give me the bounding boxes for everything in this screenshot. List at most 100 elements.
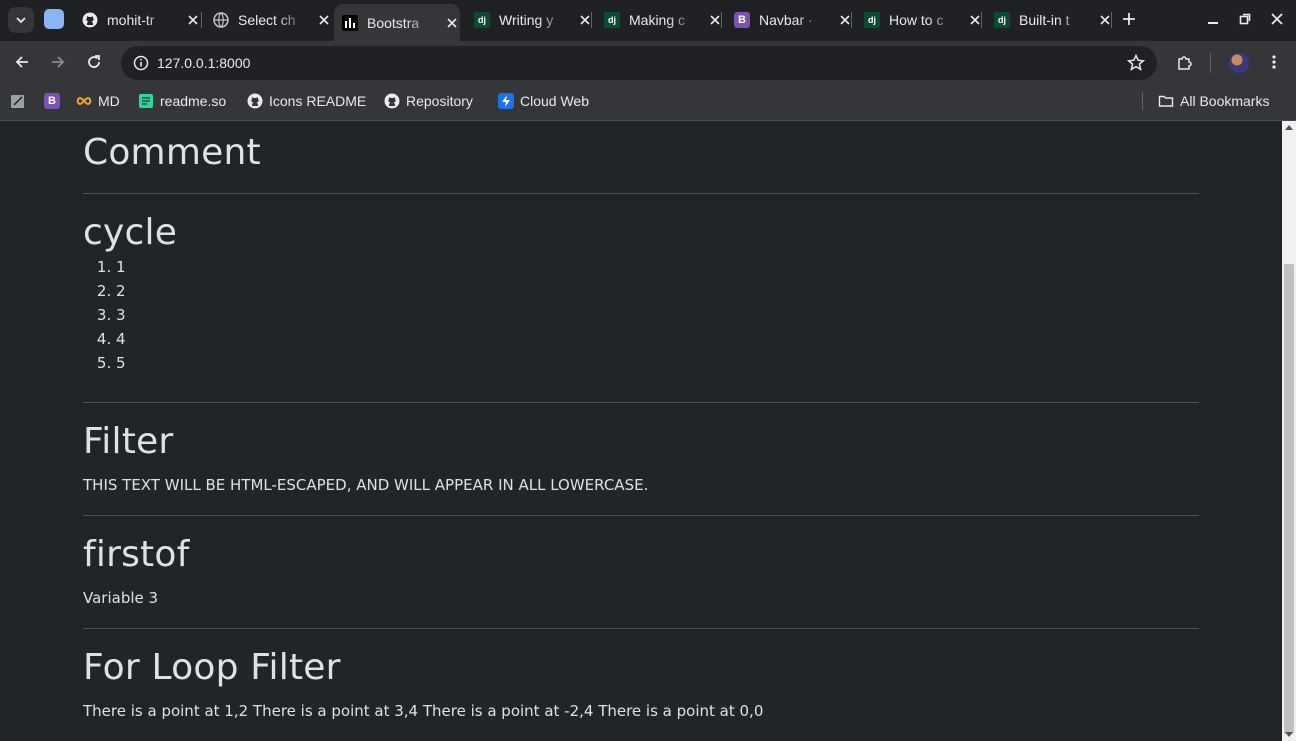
bookmark-label: readme.so [160,93,227,109]
infinity-icon [76,93,92,109]
tab-search-button[interactable] [8,7,34,33]
tab[interactable]: Select ch [205,6,332,34]
tab-divider [1111,12,1112,28]
list-item: 4 [116,327,1199,351]
restore-icon [1239,13,1251,25]
notes-icon [10,93,26,109]
page-content: Comment cycle 1 2 3 4 5 Filter THIS TEXT… [83,121,1199,739]
bookmark-item[interactable]: Repository [384,91,473,111]
new-tab-button[interactable] [1118,8,1140,30]
bookmark-item[interactable]: Cloud Web [498,91,589,111]
list-item: 2 [116,279,1199,303]
puzzle-icon [1178,56,1192,70]
restore-button[interactable] [1236,10,1254,28]
bookmark-label: Cloud Web [520,93,590,109]
toolbar-divider [1210,53,1211,73]
bookmark-label: Repository [406,93,473,109]
arrow-right-icon [52,56,65,68]
tab-active[interactable]: Bootstra [334,4,460,41]
filter-section: Filter THIS TEXT WILL BE HTML-ESCAPED, A… [83,403,1199,516]
scroll-down-icon[interactable] [1285,732,1293,737]
close-icon [1271,13,1283,25]
scroll-thumb[interactable] [1284,264,1294,734]
github-icon [247,93,263,109]
bookmark-item[interactable]: Icons README [247,91,366,111]
bookmark-label: MD [98,93,120,109]
tab[interactable]: dj Making c [596,6,723,34]
bootstrap-icon: B [734,12,750,28]
django-icon: dj [994,12,1010,28]
more-vertical-icon [1272,55,1276,69]
bootstrap-icon: B [44,93,60,109]
bookmark-label: Icons README [269,93,367,109]
tab[interactable]: mohit-tr [74,6,201,34]
cycle-section: cycle 1 2 3 4 5 [83,194,1199,403]
filter-heading: Filter [83,421,174,462]
close-icon[interactable] [444,15,460,31]
chevron-down-icon [16,17,26,24]
tab[interactable]: dj How to c [856,6,983,34]
reload-button[interactable] [82,50,106,74]
page-scrollbar[interactable] [1282,121,1296,741]
forward-button[interactable] [46,50,70,74]
cycle-heading: cycle [83,212,178,253]
tab-divider [591,12,592,28]
bookmark-item[interactable]: readme.so [138,91,226,111]
firstof-text: Variable 3 [83,589,159,607]
menu-button[interactable] [1262,50,1286,74]
back-button[interactable] [10,50,34,74]
close-window-button[interactable] [1268,10,1286,28]
bookmark-star-icon[interactable] [1127,54,1145,72]
firstof-section: firstof Variable 3 [83,516,1199,629]
django-icon: dj [604,12,620,28]
comment-section: Comment [83,121,1199,194]
tab-title: mohit-tr [107,12,155,28]
comment-heading: Comment [83,132,261,173]
reload-icon [88,55,100,68]
close-icon[interactable] [316,12,332,28]
list-item: 5 [116,351,1199,375]
tab-divider [721,12,722,28]
folder-icon [1158,93,1174,109]
bookmark-item[interactable]: MD [76,91,120,111]
tab-title: Built-in t [1019,12,1070,28]
forloop-heading: For Loop Filter [83,647,341,688]
django-icon: dj [864,12,880,28]
tab-title: Select ch [238,12,296,28]
address-url[interactable]: 127.0.0.1:8000 [157,55,250,71]
bookmark-item[interactable] [10,91,32,111]
tab-title: Writing y [499,12,554,28]
browser-toolbar: 127.0.0.1:8000 [0,41,1296,83]
cycle-list: 1 2 3 4 5 [83,255,1199,375]
avatar[interactable] [1229,53,1249,73]
chart-icon [342,14,358,31]
address-bar[interactable]: 127.0.0.1:8000 [121,46,1157,80]
site-info-icon[interactable] [133,55,149,71]
tab-divider [981,12,982,28]
tab-title: Bootstra [367,14,420,31]
tab[interactable]: dj Writing y [466,6,593,34]
extensions-button[interactable] [1173,50,1197,74]
minimize-button[interactable] [1204,10,1222,28]
arrow-left-icon [15,56,28,68]
all-bookmarks-button[interactable]: All Bookmarks [1158,91,1269,111]
globe-icon [213,12,229,28]
plus-icon [1123,13,1135,25]
list-item: 3 [116,303,1199,327]
tab-title: Making c [629,12,686,28]
scroll-up-icon[interactable] [1285,125,1293,130]
bookmarks-bar: B MD readme.so Icons README Repository C… [0,83,1296,121]
bookmark-item[interactable]: B [44,91,66,111]
tab[interactable]: dj Built-in t [986,6,1113,34]
github-icon [82,12,98,28]
firstof-heading: firstof [83,534,190,575]
close-icon[interactable] [185,12,201,28]
tab-divider [851,12,852,28]
pinned-tab[interactable] [44,9,64,29]
lightning-icon [498,93,514,109]
readme-icon [138,93,154,109]
list-item: 1 [116,255,1199,279]
tab[interactable]: B Navbar · [726,6,853,34]
all-bookmarks-label: All Bookmarks [1180,93,1270,109]
minimize-icon [1208,22,1218,24]
